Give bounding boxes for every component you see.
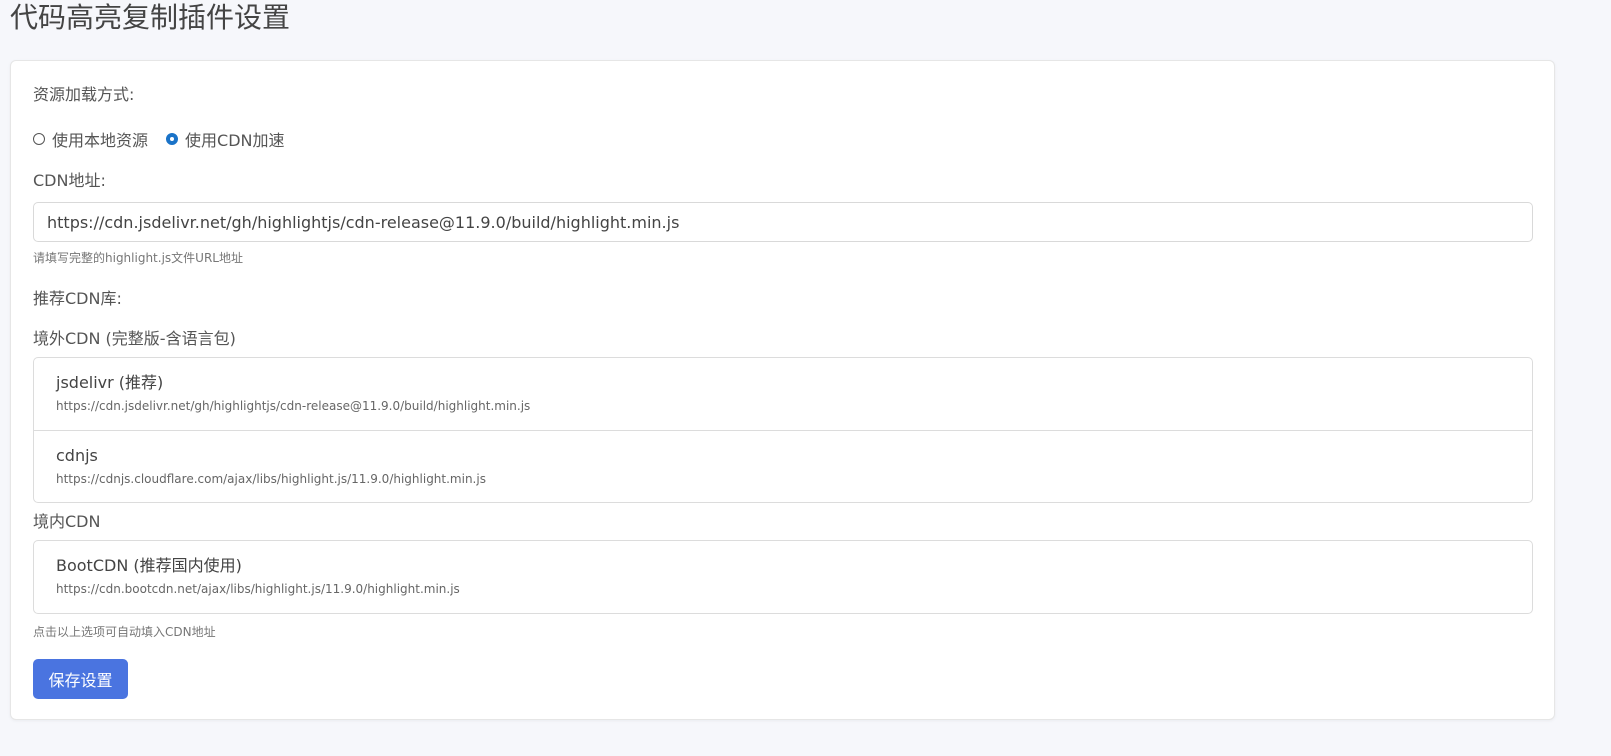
cdn-option-jsdelivr[interactable]: jsdelivr (推荐) https://cdn.jsdelivr.net/g… [34, 358, 1532, 430]
cdn-option-name: cdnjs [56, 446, 98, 465]
autofill-hint: 点击以上选项可自动填入CDN地址 [33, 625, 216, 639]
cdn-option-cdnjs[interactable]: cdnjs https://cdnjs.cloudflare.com/ajax/… [34, 430, 1532, 502]
overseas-cdn-list: jsdelivr (推荐) https://cdn.jsdelivr.net/g… [33, 357, 1533, 503]
cdn-address-label: CDN地址: [33, 171, 106, 190]
domestic-cdn-list: BootCDN (推荐国内使用) https://cdn.bootcdn.net… [33, 540, 1533, 614]
cdn-address-input[interactable] [33, 202, 1533, 242]
cdn-option-url: https://cdnjs.cloudflare.com/ajax/libs/h… [56, 472, 486, 486]
radio-local-resource[interactable]: 使用本地资源 [33, 127, 148, 151]
load-mode-radio-group: 使用本地资源 使用CDN加速 [33, 127, 302, 151]
radio-local-label: 使用本地资源 [52, 131, 149, 150]
cdn-option-url: https://cdn.bootcdn.net/ajax/libs/highli… [56, 582, 460, 596]
settings-form: 资源加载方式: 使用本地资源 使用CDN加速 CDN地址: 请填写完整的high… [33, 61, 1533, 719]
cdn-option-bootcdn[interactable]: BootCDN (推荐国内使用) https://cdn.bootcdn.net… [34, 541, 1532, 613]
cdn-option-url: https://cdn.jsdelivr.net/gh/highlightjs/… [56, 399, 531, 413]
cdn-option-name: jsdelivr (推荐) [56, 373, 164, 392]
radio-cdn-indicator[interactable] [166, 133, 179, 145]
overseas-cdn-title: 境外CDN (完整版-含语言包) [33, 329, 236, 348]
page-title: 代码高亮复制插件设置 [10, 1, 291, 34]
load-mode-label: 资源加载方式: [33, 85, 135, 104]
cdn-option-name: BootCDN (推荐国内使用) [56, 556, 242, 575]
settings-card: 资源加载方式: 使用本地资源 使用CDN加速 CDN地址: 请填写完整的high… [10, 60, 1555, 720]
radio-cdn-label: 使用CDN加速 [185, 131, 285, 150]
domestic-cdn-title: 境内CDN [33, 512, 101, 531]
save-settings-button[interactable]: 保存设置 [33, 659, 128, 699]
radio-cdn-accelerate[interactable]: 使用CDN加速 [166, 127, 284, 151]
radio-local-indicator[interactable] [33, 133, 45, 145]
recommended-cdn-label: 推荐CDN库: [33, 289, 122, 308]
cdn-address-hint: 请填写完整的highlight.js文件URL地址 [33, 251, 243, 265]
